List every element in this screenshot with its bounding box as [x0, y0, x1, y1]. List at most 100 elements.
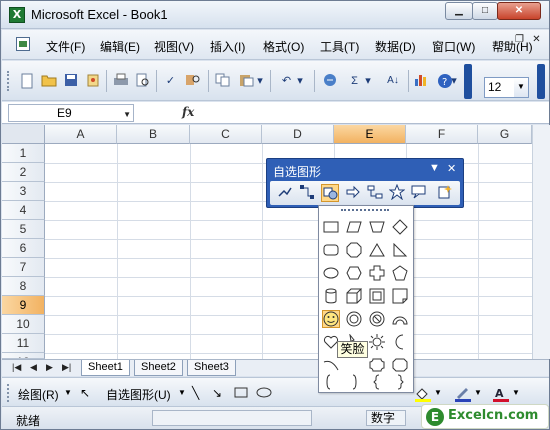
double-bracket-shape-icon[interactable]: [391, 356, 409, 374]
chart-wizard-icon[interactable]: [412, 73, 429, 89]
menu-tools[interactable]: 工具(T): [320, 38, 359, 55]
menu-edit[interactable]: 编辑(E): [100, 38, 140, 55]
lines-category-icon[interactable]: [276, 184, 294, 202]
cube-shape-icon[interactable]: [345, 287, 363, 305]
row-header-selected[interactable]: 9: [2, 296, 45, 315]
paste-icon[interactable]: [238, 73, 255, 89]
right-brace-shape-icon[interactable]: [391, 373, 409, 391]
oval-shape-icon[interactable]: [322, 264, 340, 282]
chevron-down-icon[interactable]: ▼: [123, 107, 131, 123]
menu-view[interactable]: 视图(V): [154, 38, 194, 55]
name-box[interactable]: E9 ▼: [8, 104, 134, 122]
row-header[interactable]: 11: [2, 334, 45, 353]
chevron-down-icon[interactable]: ▼: [434, 388, 442, 397]
sheet-tab-sheet1[interactable]: Sheet1: [81, 360, 130, 376]
menu-window[interactable]: 窗口(W): [432, 38, 475, 55]
donut-shape-icon[interactable]: [345, 310, 363, 328]
research-icon[interactable]: [184, 73, 201, 89]
hexagon-shape-icon[interactable]: [345, 264, 363, 282]
line-color-icon[interactable]: [454, 386, 472, 405]
permission-icon[interactable]: [84, 73, 101, 89]
pentagon-shape-icon[interactable]: [391, 264, 409, 282]
chevron-down-icon[interactable]: ▾: [296, 73, 304, 89]
rectangle-shape-icon[interactable]: [322, 218, 340, 236]
bevel-shape-icon[interactable]: [368, 287, 386, 305]
column-header[interactable]: D: [262, 125, 334, 144]
last-sheet-button[interactable]: ▶|: [62, 362, 71, 373]
oval-icon[interactable]: [256, 387, 272, 401]
row-header[interactable]: 4: [2, 201, 45, 220]
autoshapes-menu-button[interactable]: 自选图形(U): [106, 386, 171, 403]
trapezoid-shape-icon[interactable]: [368, 218, 386, 236]
left-bracket-shape-icon[interactable]: [322, 373, 340, 391]
row-header[interactable]: 3: [2, 182, 45, 201]
chevron-down-icon[interactable]: ▼: [514, 78, 528, 97]
workbook-minimize-button[interactable]: _: [496, 34, 511, 47]
vertical-scrollbar[interactable]: [532, 125, 550, 359]
toolbar-options-chevron-icon[interactable]: ▼: [429, 162, 440, 174]
minimize-button[interactable]: ▁: [445, 2, 473, 20]
new-document-icon[interactable]: [18, 73, 35, 89]
connectors-category-icon[interactable]: [298, 184, 316, 202]
column-header[interactable]: A: [45, 125, 117, 144]
row-header[interactable]: 10: [2, 315, 45, 334]
menu-format[interactable]: 格式(O): [263, 38, 304, 55]
toolbar-grip[interactable]: [7, 384, 11, 402]
select-all-corner[interactable]: [2, 125, 45, 144]
print-icon[interactable]: [112, 73, 129, 89]
chevron-down-icon[interactable]: ▼: [512, 388, 520, 397]
chevron-down-icon[interactable]: ▾: [364, 73, 372, 89]
palette-drag-handle[interactable]: [341, 209, 389, 212]
octagon-shape-icon[interactable]: [345, 241, 363, 259]
flowchart-category-icon[interactable]: [366, 184, 384, 202]
menu-file[interactable]: 文件(F): [46, 38, 85, 55]
menu-data[interactable]: 数据(D): [375, 38, 416, 55]
column-header[interactable]: G: [478, 125, 532, 144]
rounded-rectangle-shape-icon[interactable]: [322, 241, 340, 259]
triangle-shape-icon[interactable]: [368, 241, 386, 259]
arrow-icon[interactable]: ↘: [212, 386, 222, 400]
font-size-select[interactable]: 12 ▼: [484, 77, 529, 98]
menu-insert[interactable]: 插入(I): [210, 38, 245, 55]
arc-shape-icon[interactable]: [322, 356, 340, 374]
column-header[interactable]: F: [406, 125, 478, 144]
draw-menu-button[interactable]: 绘图(R): [18, 386, 59, 403]
print-preview-icon[interactable]: [134, 73, 151, 89]
font-color-icon[interactable]: A: [492, 386, 510, 405]
column-header-selected[interactable]: E: [334, 125, 406, 144]
undo-icon[interactable]: ↶: [278, 73, 295, 89]
row-header[interactable]: 8: [2, 277, 45, 296]
toolbar-grip[interactable]: [7, 71, 11, 91]
rectangle-icon[interactable]: [234, 387, 248, 401]
row-header[interactable]: 6: [2, 239, 45, 258]
diamond-shape-icon[interactable]: [391, 218, 409, 236]
line-icon[interactable]: ╲: [192, 386, 199, 400]
block-arc-shape-icon[interactable]: [391, 310, 409, 328]
chevron-down-icon[interactable]: ▾: [256, 73, 264, 89]
row-header[interactable]: 1: [2, 144, 45, 163]
can-shape-icon[interactable]: [322, 287, 340, 305]
spelling-icon[interactable]: ✓: [162, 73, 179, 89]
first-sheet-button[interactable]: |◀: [12, 362, 21, 373]
workbook-close-button[interactable]: ✕: [529, 34, 544, 47]
close-button[interactable]: ✕: [497, 2, 541, 20]
sheet-tab-sheet2[interactable]: Sheet2: [134, 360, 183, 376]
right-triangle-shape-icon[interactable]: [391, 241, 409, 259]
no-symbol-shape-icon[interactable]: [368, 310, 386, 328]
folded-corner-shape-icon[interactable]: [391, 287, 409, 305]
sun-shape-icon[interactable]: [368, 333, 386, 351]
close-icon[interactable]: ✕: [447, 162, 456, 175]
column-header[interactable]: C: [190, 125, 262, 144]
next-sheet-button[interactable]: ▶: [46, 362, 53, 373]
select-objects-icon[interactable]: ↖: [80, 386, 90, 400]
workbook-restore-button[interactable]: ❐: [512, 34, 527, 47]
toolbar-options-button-2[interactable]: [537, 64, 545, 99]
chevron-down-icon[interactable]: ▼: [474, 388, 482, 397]
open-folder-icon[interactable]: [40, 73, 57, 89]
hyperlink-icon[interactable]: [322, 73, 339, 89]
row-header[interactable]: 2: [2, 163, 45, 182]
chevron-down-icon[interactable]: ▼: [178, 388, 186, 397]
prev-sheet-button[interactable]: ◀: [30, 362, 37, 373]
column-header[interactable]: B: [117, 125, 190, 144]
left-brace-shape-icon[interactable]: [368, 373, 386, 391]
